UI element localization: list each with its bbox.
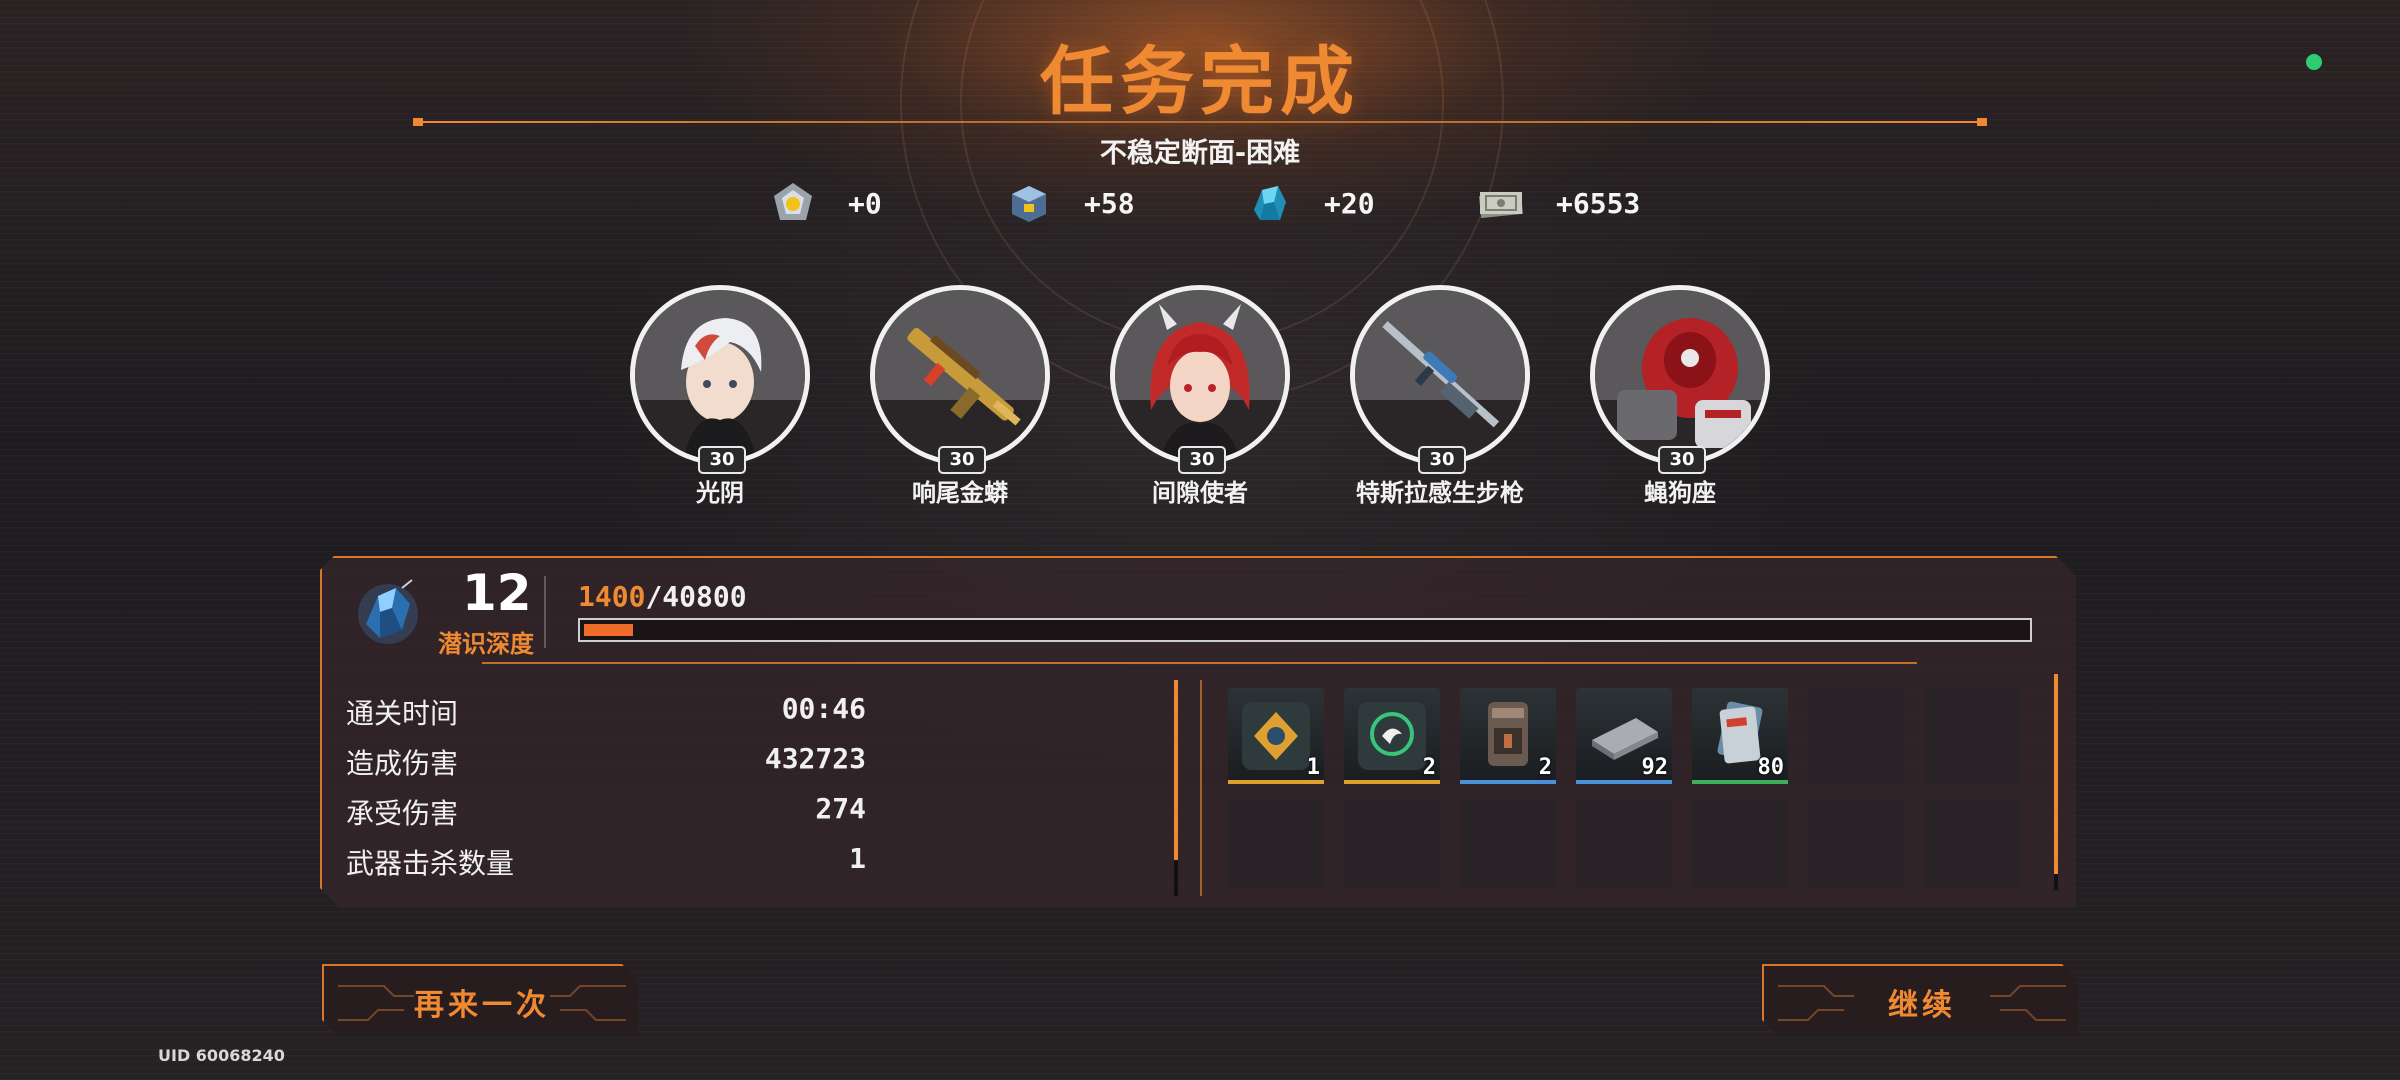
stat-row: 武器击杀数量 1 xyxy=(346,836,866,886)
quality-bar xyxy=(1344,780,1440,784)
stat-row: 通关时间 00:46 xyxy=(346,686,866,736)
page-title: 任务完成 xyxy=(1040,39,1360,125)
loot-slot-empty xyxy=(1924,800,2020,888)
member-name: 特斯拉感生步枪 xyxy=(1356,479,1524,507)
loot-slot-empty xyxy=(1808,800,1904,888)
quality-bar xyxy=(1228,780,1324,784)
loot-slot-empty xyxy=(1808,688,1904,784)
loot-slot[interactable]: 92 xyxy=(1576,688,1672,784)
stat-label: 承受伤害 xyxy=(346,797,459,830)
loot-slot[interactable]: 80 xyxy=(1692,688,1788,784)
stats-scrollbar[interactable] xyxy=(1174,680,1178,896)
member-name: 蝇狗座 xyxy=(1644,479,1716,507)
depth-level: 12 xyxy=(462,564,532,622)
loot-slot[interactable]: 2 xyxy=(1344,688,1440,784)
stat-label: 武器击杀数量 xyxy=(346,847,515,880)
xp-progress-bar xyxy=(578,618,2032,642)
xp-current: 1400 xyxy=(578,580,646,613)
loot-slot-empty xyxy=(1924,688,2020,784)
user-id: UID 60068240 xyxy=(158,1046,285,1065)
red-haired-character-portrait xyxy=(1110,285,1290,465)
result-panel: 12 潜识深度 1400/40800 通关时间 00:46 造成伤害 43272… xyxy=(320,556,2076,908)
member-name: 响尾金蟒 xyxy=(912,479,1008,507)
stat-value: 00:46 xyxy=(781,692,866,725)
white-haired-character-portrait xyxy=(630,285,810,465)
xp-readout: 1400/40800 xyxy=(578,580,747,613)
scrollbar-thumb[interactable] xyxy=(2054,674,2058,874)
golden-rifle-portrait xyxy=(870,285,1050,465)
dive-depth-crystal-icon xyxy=(352,578,424,650)
xp-separator: / xyxy=(645,580,663,613)
level-badge: 30 xyxy=(938,446,986,474)
red-mech-portrait xyxy=(1590,285,1770,465)
loot-count: 2 xyxy=(1422,755,1436,780)
team-member[interactable]: 30 特斯拉感生步枪 xyxy=(1350,285,1530,510)
reward-item: +0 xyxy=(768,175,882,231)
reward-summary: +0 +58 +20 +6553 xyxy=(0,175,2400,231)
loot-count: 2 xyxy=(1538,755,1552,780)
quality-bar xyxy=(1576,780,1672,784)
member-name: 间隙使者 xyxy=(1152,479,1248,507)
loot-slot-empty xyxy=(1344,800,1440,888)
level-badge: 30 xyxy=(698,446,746,474)
panel-divider xyxy=(482,662,1917,664)
reward-value: +6553 xyxy=(1556,186,1641,220)
reward-value: +0 xyxy=(848,186,882,220)
stat-value: 1 xyxy=(849,842,866,875)
loot-count: 92 xyxy=(1641,755,1669,780)
blue-supply-crate-icon xyxy=(1004,178,1054,228)
continue-button[interactable]: 继续 xyxy=(1762,964,2078,1036)
reward-value: +20 xyxy=(1324,186,1375,220)
stat-label: 造成伤害 xyxy=(346,747,459,780)
reward-item: +58 xyxy=(1004,175,1135,231)
quality-bar xyxy=(1692,780,1788,784)
team-member[interactable]: 30 响尾金蟒 xyxy=(870,285,1050,510)
quality-bar xyxy=(1460,780,1556,784)
panel-vertical-divider xyxy=(1200,680,1202,896)
team-member[interactable]: 30 光阴 xyxy=(630,285,810,510)
loot-scrollbar[interactable] xyxy=(2054,674,2058,890)
reward-value: +58 xyxy=(1084,186,1135,220)
banknote-stack-icon xyxy=(1476,178,1526,228)
title-underline xyxy=(413,118,1987,126)
stat-label: 通关时间 xyxy=(346,697,459,730)
blue-sniper-rifle-portrait xyxy=(1350,285,1530,465)
stage-name: 不稳定断面-困难 xyxy=(1099,138,1301,169)
loot-slot-empty xyxy=(1576,800,1672,888)
stat-row: 承受伤害 274 xyxy=(346,786,866,836)
loot-slot-empty xyxy=(1692,800,1788,888)
loot-slot[interactable]: 1 xyxy=(1228,688,1324,784)
team-member[interactable]: 30 间隙使者 xyxy=(1110,285,1290,510)
stats-list: 通关时间 00:46 造成伤害 432723 承受伤害 274 武器击杀数量 1 xyxy=(346,686,866,886)
level-badge: 30 xyxy=(1418,446,1466,474)
stat-row: 造成伤害 432723 xyxy=(346,736,866,786)
scrollbar-thumb[interactable] xyxy=(1174,680,1178,860)
depth-separator xyxy=(544,576,546,648)
loot-slot-empty xyxy=(1228,800,1324,888)
continue-button-label: 继续 xyxy=(1888,988,1956,1023)
loot-slot[interactable]: 2 xyxy=(1460,688,1556,784)
level-badge: 30 xyxy=(1658,446,1706,474)
reward-item: +20 xyxy=(1244,175,1375,231)
retry-button[interactable]: 再来一次 xyxy=(322,964,638,1036)
reward-item: +6553 xyxy=(1476,175,1640,231)
stat-value: 274 xyxy=(815,792,866,825)
stat-value: 432723 xyxy=(764,742,866,775)
blue-ore-crystal-icon xyxy=(1244,178,1294,228)
loot-count: 80 xyxy=(1757,755,1785,780)
member-name: 光阴 xyxy=(696,479,744,507)
xp-progress-fill xyxy=(584,624,633,636)
loot-slot-empty xyxy=(1460,800,1556,888)
team-member[interactable]: 30 蝇狗座 xyxy=(1590,285,1770,510)
retry-button-label: 再来一次 xyxy=(414,988,550,1023)
depth-label: 潜识深度 xyxy=(438,630,534,658)
xp-max: 40800 xyxy=(662,580,747,613)
gold-shield-crystal-icon xyxy=(768,178,818,228)
loot-count: 1 xyxy=(1306,755,1320,780)
level-badge: 30 xyxy=(1178,446,1226,474)
